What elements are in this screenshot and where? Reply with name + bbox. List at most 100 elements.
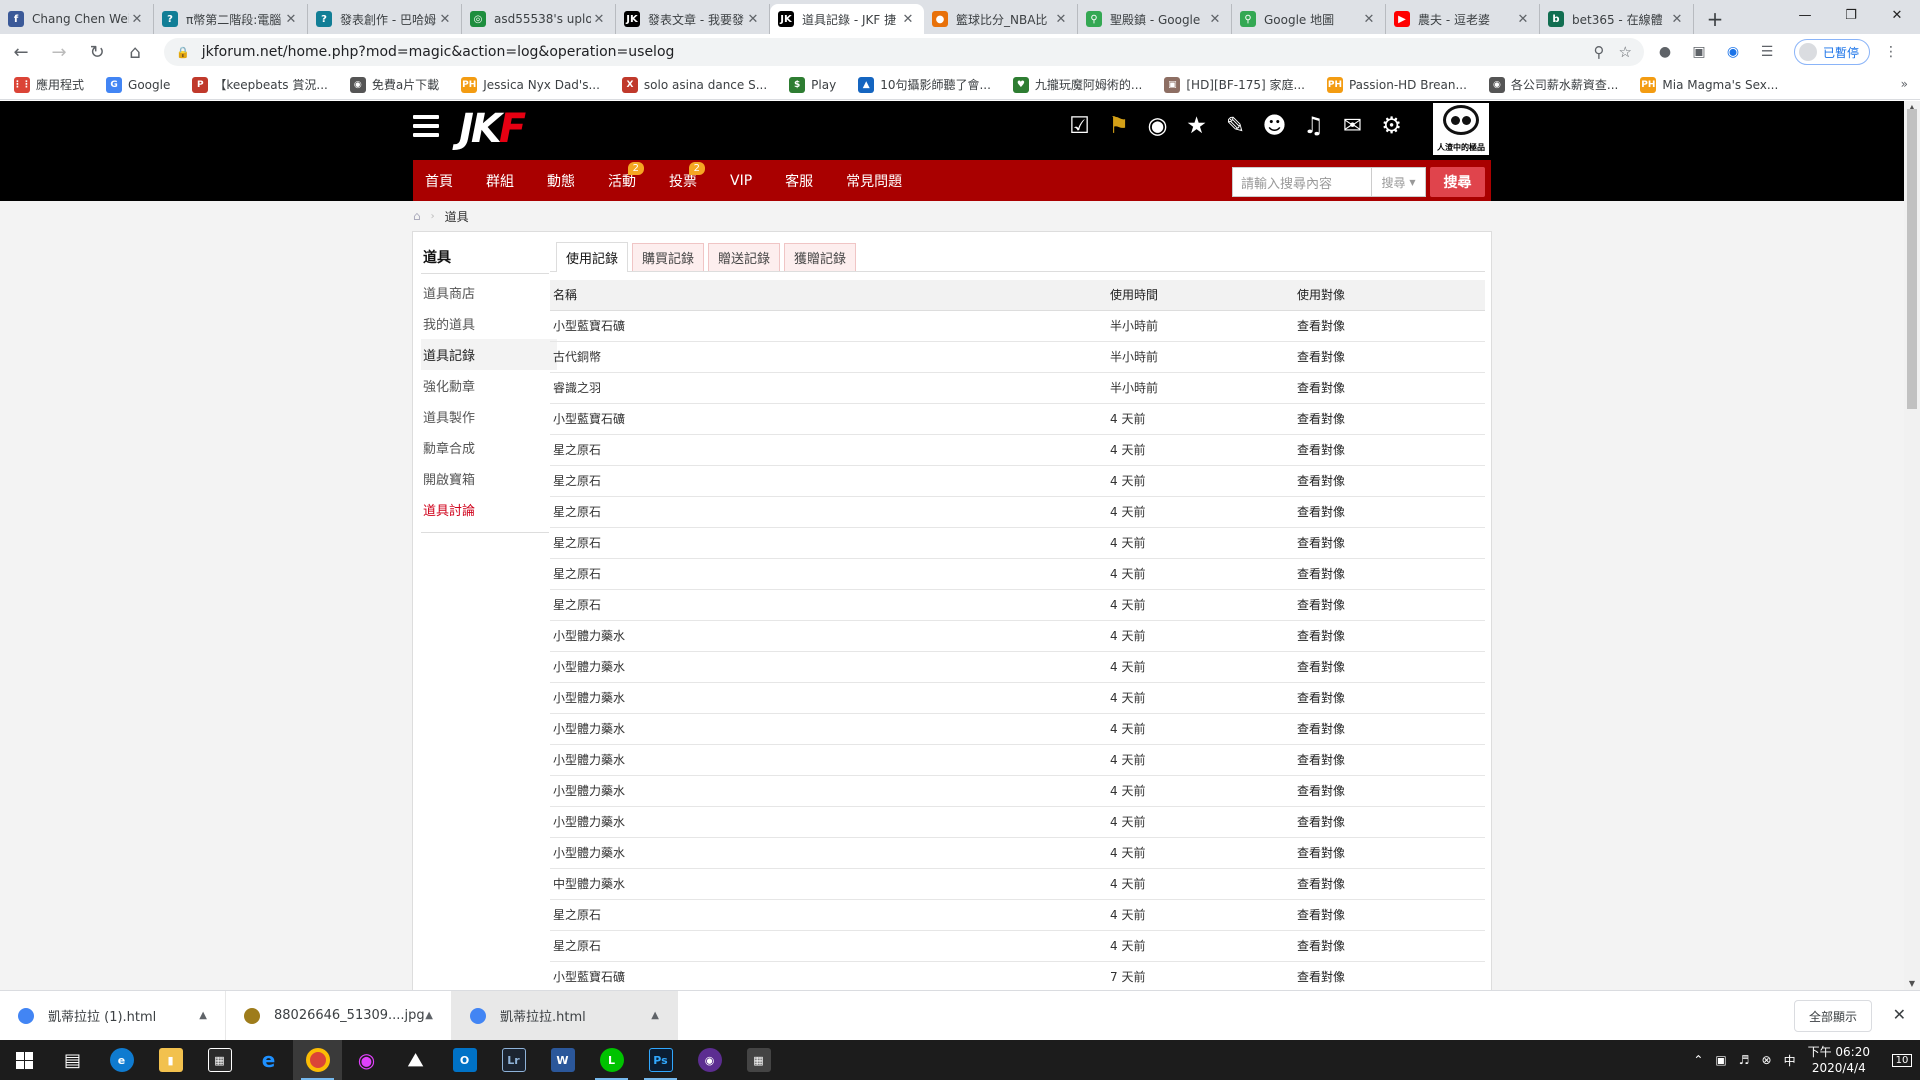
user-avatar[interactable]: 人渣中的極品: [1431, 101, 1491, 157]
profile-button[interactable]: 已暫停: [1794, 39, 1871, 65]
outlook-icon[interactable]: O: [440, 1040, 489, 1080]
gear-icon[interactable]: ⚙: [1372, 111, 1411, 141]
view-target-link[interactable]: 查看對像: [1294, 899, 1485, 931]
close-icon[interactable]: ✕: [1669, 12, 1685, 27]
view-target-link[interactable]: 查看對像: [1294, 682, 1485, 714]
back-icon[interactable]: ←: [4, 37, 38, 67]
close-icon[interactable]: ✕: [283, 12, 299, 27]
forward-icon[interactable]: →: [42, 37, 76, 67]
bookmark-item[interactable]: ⋮⋮ 應用程式: [13, 76, 84, 93]
view-target-link[interactable]: 查看對像: [1294, 961, 1485, 990]
view-target-link[interactable]: 查看對像: [1294, 496, 1485, 528]
add-friend-icon[interactable]: ☻: [1255, 111, 1294, 141]
edge-icon[interactable]: e: [97, 1040, 146, 1080]
view-target-link[interactable]: 查看對像: [1294, 310, 1485, 342]
bookmark-item[interactable]: PH Mia Magma's Sex...: [1640, 76, 1778, 93]
extension-icon[interactable]: ▣: [1686, 39, 1712, 65]
lock-icon[interactable]: 🔒: [176, 46, 190, 59]
view-target-link[interactable]: 查看對像: [1294, 930, 1485, 962]
checkin-icon[interactable]: ☑: [1060, 111, 1099, 141]
nav-item[interactable]: 常見問題: [834, 160, 914, 201]
browser-tab[interactable]: ● 籃球比分_NBA比 ✕: [924, 4, 1078, 34]
chevron-up-icon[interactable]: ⌃: [1693, 1053, 1703, 1067]
scrollbar-thumb[interactable]: [1907, 109, 1917, 409]
close-icon[interactable]: ✕: [591, 12, 607, 27]
sidebar-item[interactable]: 開啟寶箱: [421, 463, 549, 494]
star-icon[interactable]: ★: [1177, 111, 1216, 141]
internet-explorer-icon[interactable]: e: [244, 1040, 293, 1080]
home-icon[interactable]: ⌂: [118, 37, 152, 67]
edit-icon[interactable]: ✎: [1216, 111, 1255, 141]
search-input[interactable]: 請輸入搜尋內容: [1232, 167, 1372, 197]
home-icon[interactable]: ⌂: [413, 209, 421, 223]
view-target-link[interactable]: 查看對像: [1294, 620, 1485, 652]
bookmark-item[interactable]: ▣ [HD][BF-175] 家庭...: [1164, 76, 1305, 93]
minimize-icon[interactable]: —: [1782, 0, 1828, 30]
bookmark-item[interactable]: PH Jessica Nyx Dad's...: [461, 76, 600, 93]
browser-tab[interactable]: ▶ 農夫 - 逗老婆 ✕: [1386, 4, 1540, 34]
close-icon[interactable]: ✕: [900, 12, 916, 27]
line-icon[interactable]: L: [587, 1040, 636, 1080]
log-tab[interactable]: 贈送記錄: [708, 243, 781, 271]
close-window-icon[interactable]: ✕: [1874, 0, 1920, 30]
extension-icon[interactable]: ●: [1652, 39, 1678, 65]
chrome-menu-icon[interactable]: ⋮: [1878, 39, 1904, 65]
bell-icon[interactable]: ♫: [1294, 111, 1333, 141]
network-icon[interactable]: ▣: [1715, 1053, 1726, 1067]
chrome-icon[interactable]: [293, 1040, 342, 1080]
download-item[interactable]: 凱蒂拉拉.html ▲: [452, 990, 678, 1041]
log-tab[interactable]: 購買記錄: [632, 243, 705, 271]
reload-icon[interactable]: ↻: [80, 37, 114, 67]
nav-item[interactable]: 投票 2: [657, 160, 709, 201]
view-target-link[interactable]: 查看對像: [1294, 372, 1485, 404]
zoom-icon[interactable]: ⚲: [1594, 43, 1605, 61]
browser-tab[interactable]: ◎ asd55538's uplo ✕: [462, 4, 616, 34]
breadcrumb-current[interactable]: 道具: [445, 208, 469, 225]
address-bar[interactable]: 🔒 jkforum.net/home.php?mod=magic&action=…: [164, 38, 1644, 66]
browser-tab[interactable]: b bet365 - 在線體 ✕: [1540, 4, 1694, 34]
download-item[interactable]: 凱蒂拉拉 (1).html ▲: [0, 990, 226, 1041]
view-target-link[interactable]: 查看對像: [1294, 651, 1485, 683]
view-target-link[interactable]: 查看對像: [1294, 806, 1485, 838]
browser-tab[interactable]: JK 道具記錄 - JKF 捷 ✕: [770, 4, 924, 34]
sidebar-item[interactable]: 道具討論: [421, 494, 549, 525]
sidebar-item[interactable]: 勳章合成: [421, 432, 549, 463]
view-target-link[interactable]: 查看對像: [1294, 589, 1485, 621]
close-icon[interactable]: ✕: [1207, 12, 1223, 27]
nav-item[interactable]: 群組: [474, 160, 526, 201]
clock[interactable]: 下午 06:20 2020/4/4: [1808, 1044, 1870, 1076]
more-bookmarks-icon[interactable]: »: [1901, 77, 1908, 91]
bookmark-item[interactable]: Xsolo asina dance S...: [621, 76, 767, 93]
sidebar-item[interactable]: 強化勳章: [421, 370, 549, 401]
view-target-link[interactable]: 查看對像: [1294, 713, 1485, 745]
close-icon[interactable]: ✕: [437, 12, 453, 27]
page-scrollbar[interactable]: ▲ ▼: [1904, 101, 1920, 990]
maps-icon[interactable]: ◉: [342, 1040, 391, 1080]
nav-item[interactable]: 動態: [535, 160, 587, 201]
chevron-up-icon[interactable]: ▲: [425, 1010, 433, 1021]
extension-icon[interactable]: ◉: [1720, 39, 1746, 65]
site-logo[interactable]: JKF: [459, 106, 526, 152]
task-view-icon[interactable]: ▤: [48, 1040, 97, 1080]
start-button[interactable]: [0, 1040, 48, 1080]
mail-icon[interactable]: ✉: [1333, 111, 1372, 141]
url-text[interactable]: jkforum.net/home.php?mod=magic&action=lo…: [202, 44, 1580, 60]
bookmark-item[interactable]: G Google: [106, 76, 170, 93]
word-icon[interactable]: W: [538, 1040, 587, 1080]
sidebar-item[interactable]: 道具記錄: [421, 339, 557, 370]
download-item[interactable]: 88026646_51309....jpg ▲: [226, 990, 452, 1041]
view-target-link[interactable]: 查看對像: [1294, 558, 1485, 590]
sidebar-item[interactable]: 道具商店: [421, 277, 549, 308]
log-tab[interactable]: 獲贈記錄: [784, 243, 857, 271]
flag-icon[interactable]: ⚑: [1099, 111, 1138, 141]
lightroom-icon[interactable]: Lr: [489, 1040, 538, 1080]
close-icon[interactable]: ✕: [1893, 1005, 1906, 1024]
restore-icon[interactable]: ❐: [1828, 0, 1874, 30]
show-all-downloads-button[interactable]: 全部顯示: [1793, 1000, 1872, 1032]
view-target-link[interactable]: 查看對像: [1294, 775, 1485, 807]
bookmark-item[interactable]: $ Play: [789, 76, 836, 93]
close-icon[interactable]: ✕: [745, 12, 761, 27]
browser-tab[interactable]: ⚲ 聖殿鎮 - Google ✕: [1078, 4, 1232, 34]
file-explorer-icon[interactable]: ▮: [146, 1040, 195, 1080]
mute-icon[interactable]: ⊗: [1762, 1053, 1772, 1067]
